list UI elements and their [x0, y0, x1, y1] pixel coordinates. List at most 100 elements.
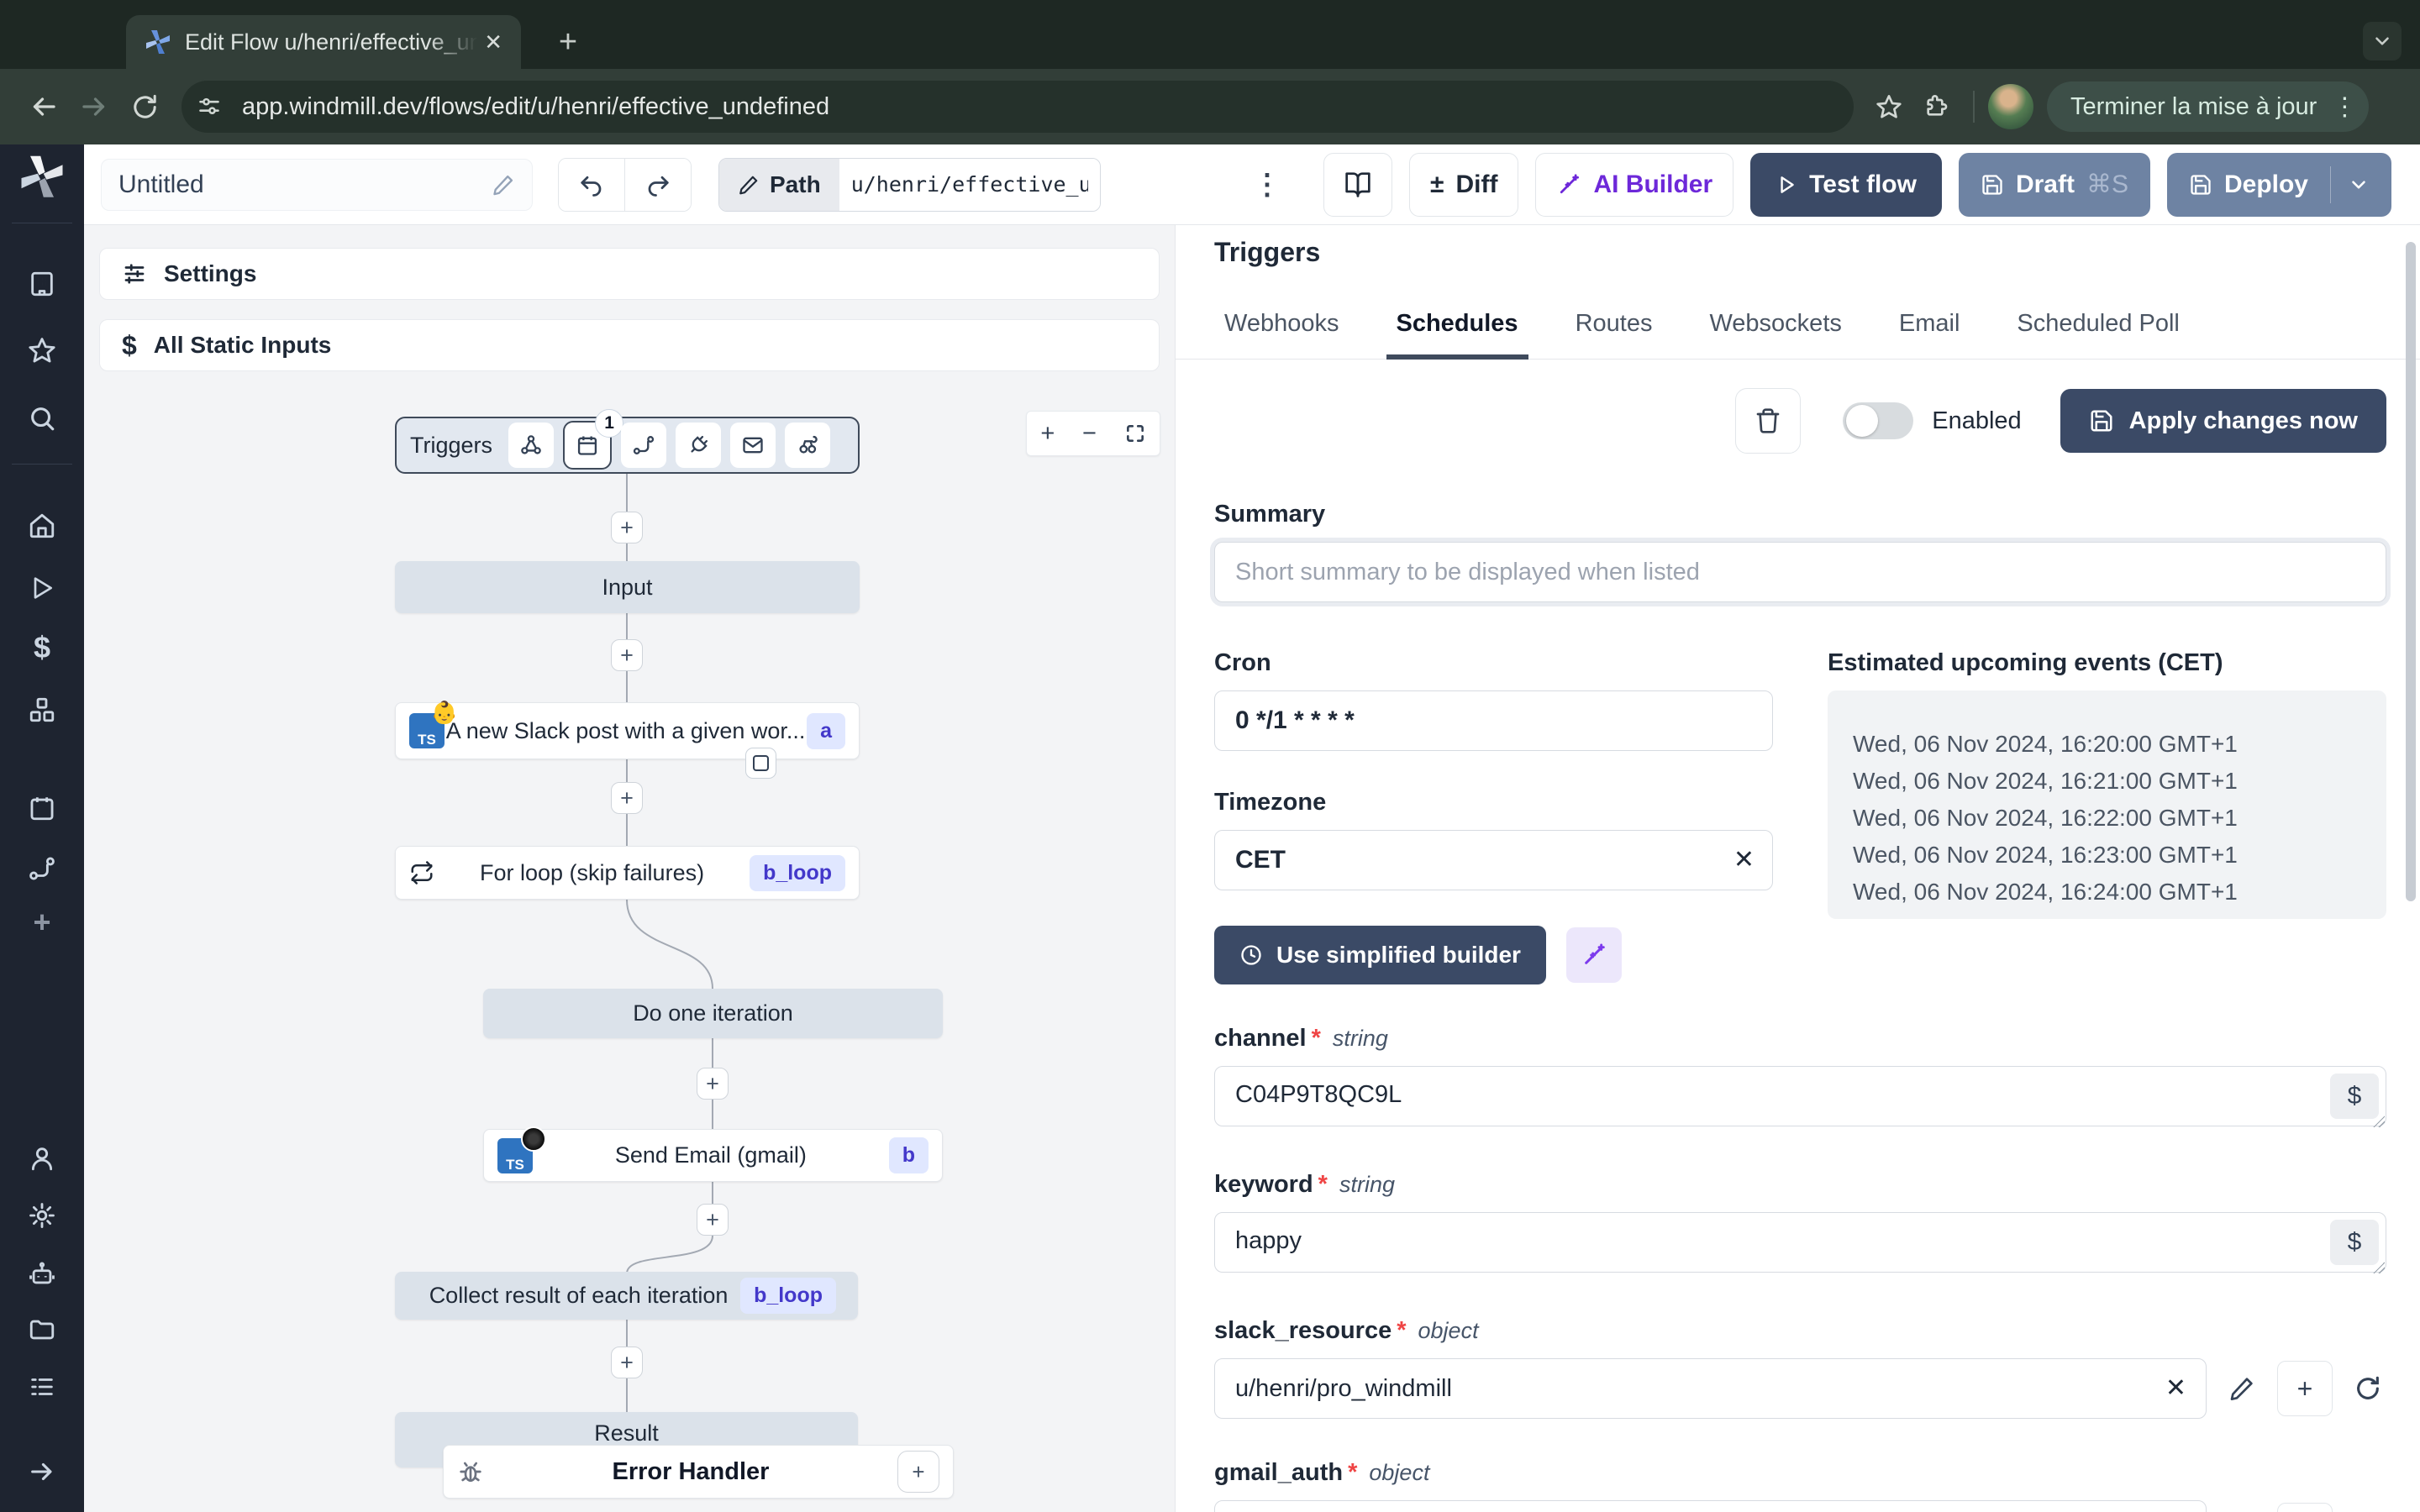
sidebar-item-workspace[interactable]: [22, 264, 62, 304]
webhook-trigger-icon[interactable]: [508, 423, 555, 468]
summary-input[interactable]: [1214, 542, 2386, 602]
input-node[interactable]: Input: [395, 561, 860, 613]
stop-after-step-button[interactable]: [745, 748, 776, 779]
fit-view-icon[interactable]: [1124, 423, 1146, 444]
delete-schedule-button[interactable]: [1735, 388, 1802, 454]
tab-search-chevron-icon[interactable]: [2363, 22, 2402, 60]
insert-step-button[interactable]: +: [611, 639, 643, 671]
trigger-tab[interactable]: Webhooks: [1214, 305, 1349, 360]
sidebar-item-folders[interactable]: [22, 1310, 62, 1350]
sidebar-item-account[interactable]: [22, 1138, 62, 1179]
ai-builder-button[interactable]: AI Builder: [1535, 152, 1734, 217]
sidebar-collapse-button[interactable]: [22, 1452, 62, 1492]
flow-name-field[interactable]: Untitled: [101, 158, 533, 211]
sidebar-item-favorites[interactable]: [22, 330, 62, 370]
insert-step-button[interactable]: +: [697, 1068, 729, 1100]
clear-resource-icon[interactable]: ✕: [2165, 1373, 2186, 1403]
url-bar[interactable]: app.windmill.dev/flows/edit/u/henri/effe…: [182, 81, 1854, 133]
sidebar-item-add[interactable]: +: [22, 902, 62, 942]
reload-icon[interactable]: [123, 85, 166, 129]
enabled-toggle[interactable]: [1843, 402, 1914, 439]
add-resource-button[interactable]: +: [2277, 1503, 2333, 1512]
cron-input[interactable]: [1214, 690, 1773, 751]
schedule-trigger-icon[interactable]: 1: [563, 409, 624, 470]
sidebar-item-schedules[interactable]: [22, 788, 62, 828]
apply-changes-button[interactable]: Apply changes now: [2060, 389, 2386, 453]
bookmark-star-icon[interactable]: [1865, 83, 1912, 130]
insert-step-button[interactable]: +: [611, 1347, 643, 1378]
trigger-tab[interactable]: Scheduled Poll: [2007, 305, 2189, 360]
collect-result-node[interactable]: Collect result of each iteration b_loop: [395, 1272, 858, 1320]
forward-icon[interactable]: [72, 85, 116, 129]
extensions-icon[interactable]: [1912, 83, 1960, 130]
insert-variable-button[interactable]: $: [2330, 1074, 2379, 1119]
sidebar-item-variables[interactable]: $: [22, 627, 62, 668]
windmill-logo-icon[interactable]: [18, 155, 66, 202]
triggers-node[interactable]: Triggers 1: [395, 409, 860, 474]
redo-button[interactable]: [624, 158, 691, 211]
forloop-node[interactable]: For loop (skip failures) b_loop: [395, 846, 860, 900]
channel-input[interactable]: C04P9T8QC9L: [1214, 1066, 2386, 1126]
sidebar-item-resources[interactable]: [22, 690, 62, 730]
tab-close-icon[interactable]: ✕: [484, 29, 502, 55]
error-handler-node[interactable]: Error Handler +: [443, 1445, 954, 1499]
add-resource-button[interactable]: +: [2277, 1361, 2333, 1416]
draft-button[interactable]: Draft ⌘S: [1958, 152, 2150, 217]
back-icon[interactable]: [22, 85, 66, 129]
trigger-tab[interactable]: Schedules: [1386, 305, 1528, 360]
site-settings-icon[interactable]: [190, 87, 229, 126]
resize-handle[interactable]: [2373, 1262, 2385, 1273]
insert-variable-button[interactable]: $: [2330, 1220, 2379, 1265]
edit-name-pencil-icon[interactable]: [492, 173, 515, 197]
chevron-down-icon[interactable]: [2348, 174, 2370, 196]
more-options-kebab-icon[interactable]: ⋮: [1253, 168, 1283, 202]
trigger-tab[interactable]: Websockets: [1699, 305, 1851, 360]
keyword-input[interactable]: happy: [1214, 1212, 2386, 1273]
zoom-out-button[interactable]: −: [1082, 420, 1097, 448]
insert-step-button[interactable]: +: [697, 1204, 729, 1236]
resize-handle[interactable]: [2373, 1116, 2385, 1127]
gmail-auth-input[interactable]: [1214, 1500, 2207, 1512]
path-input[interactable]: [839, 158, 1100, 211]
deploy-button[interactable]: Deploy: [2166, 152, 2391, 217]
browser-update-button[interactable]: Terminer la mise à jour ⋮: [2047, 81, 2370, 132]
add-error-handler-button[interactable]: +: [897, 1451, 939, 1493]
sidebar-item-settings[interactable]: [22, 1195, 62, 1236]
refresh-resource-icon[interactable]: [2349, 1370, 2386, 1407]
websocket-trigger-icon[interactable]: [676, 423, 722, 468]
sidebar-item-workers[interactable]: [22, 1254, 62, 1294]
sidebar-item-logs[interactable]: [22, 1367, 62, 1407]
timezone-input[interactable]: [1214, 830, 1773, 890]
insert-step-button[interactable]: +: [611, 512, 643, 543]
sidebar-item-routes[interactable]: [22, 848, 62, 889]
sidebar-item-runs[interactable]: [22, 568, 62, 608]
slack-resource-input[interactable]: [1214, 1358, 2207, 1419]
trigger-tab[interactable]: Email: [1889, 305, 1970, 360]
clear-timezone-icon[interactable]: ✕: [1733, 845, 1754, 874]
do-one-iteration-node[interactable]: Do one iteration: [483, 989, 943, 1038]
scheduled-poll-trigger-icon[interactable]: [785, 423, 831, 468]
slack-step-node[interactable]: TS 👶 A new Slack post with a given wor...…: [395, 701, 860, 759]
all-static-inputs-row[interactable]: $ All Static Inputs: [99, 319, 1160, 371]
sidebar-item-home[interactable]: [22, 506, 62, 546]
simplified-builder-button[interactable]: Use simplified builder: [1214, 926, 1546, 984]
ai-cron-button[interactable]: [1565, 927, 1622, 983]
sidebar-item-search[interactable]: [22, 398, 62, 438]
browser-tab[interactable]: Edit Flow u/henri/effective_un ✕: [126, 15, 521, 69]
test-flow-button[interactable]: Test flow: [1750, 152, 1942, 217]
panel-scrollbar-thumb[interactable]: [2406, 242, 2416, 901]
send-email-node[interactable]: TS Send Email (gmail) b: [483, 1126, 943, 1182]
profile-avatar[interactable]: [1988, 84, 2033, 129]
route-trigger-icon[interactable]: [621, 423, 667, 468]
trigger-tab[interactable]: Routes: [1565, 305, 1663, 360]
flow-settings-row[interactable]: Settings: [99, 248, 1160, 300]
zoom-in-button[interactable]: +: [1040, 420, 1055, 448]
email-trigger-icon[interactable]: [730, 423, 776, 468]
diff-button[interactable]: ± Diff: [1409, 152, 1519, 217]
docs-button[interactable]: [1323, 152, 1393, 217]
undo-button[interactable]: [559, 158, 624, 211]
new-tab-button[interactable]: +: [548, 22, 588, 62]
edit-resource-pencil-icon[interactable]: [2223, 1370, 2260, 1407]
insert-step-button[interactable]: +: [611, 782, 643, 814]
browser-menu-icon[interactable]: ⋮: [2332, 92, 2357, 122]
